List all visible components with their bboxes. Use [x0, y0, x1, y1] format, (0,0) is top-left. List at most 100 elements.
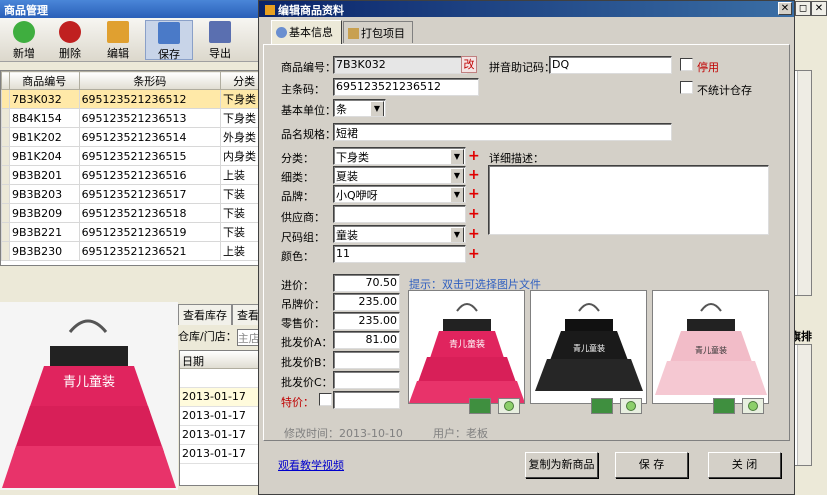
table-row[interactable]: 9B3B230695123521236521上装冬装 — [1, 241, 259, 261]
bg-window-title: 商品管理 — [0, 0, 260, 18]
package-icon — [348, 28, 359, 39]
add-supplier-icon[interactable]: + — [468, 207, 480, 221]
save-toolbar-button[interactable]: 保存 — [145, 20, 193, 61]
copy-as-new-button[interactable]: 复制为新商品 — [525, 452, 598, 478]
add-subcat-icon[interactable]: + — [468, 168, 480, 182]
pinyin-label: 拼音助记码： — [489, 61, 555, 74]
edit-button[interactable]: 编辑 — [94, 20, 142, 60]
wholesale-b-label: 批发价B： — [281, 356, 333, 369]
no-stock-label: 不统计仓存 — [697, 84, 752, 97]
add-category-icon[interactable]: + — [468, 149, 480, 163]
tab-view-stock[interactable]: 查看库存 — [178, 304, 232, 325]
chevron-down-icon[interactable]: ▼ — [450, 168, 464, 183]
code-field[interactable]: 7B3K032 — [333, 56, 467, 74]
cost-field[interactable]: 70.50 — [333, 274, 400, 292]
disable-checkbox[interactable] — [680, 58, 693, 71]
category-select[interactable]: 下身类 ▼ — [333, 147, 466, 165]
table-row[interactable]: 9B3B203695123521236517下装冬装 — [1, 184, 259, 204]
special-price-checkbox[interactable] — [319, 393, 332, 406]
basic-info-panel: 商品编号： 7B3K032 改 拼音助记码： DQ 停用 不统计仓存 主条码： … — [263, 44, 790, 441]
info-icon — [276, 27, 287, 38]
bg-restore-button[interactable]: ◻ — [795, 1, 811, 16]
user-label: 用户：老板 — [433, 427, 488, 440]
dialog-close-button[interactable]: ✕ — [778, 2, 792, 15]
table-row[interactable]: 9B1K204695123521236515内身类冬装 — [1, 146, 259, 166]
no-stock-checkbox[interactable] — [680, 81, 693, 94]
bg-close-button-2[interactable]: ✕ — [811, 1, 827, 16]
barcode-label: 主条码： — [281, 83, 325, 96]
supplier-field[interactable] — [333, 205, 466, 223]
name-field[interactable]: 短裙 — [333, 123, 672, 141]
edit-photo-2-icon[interactable] — [591, 398, 613, 414]
product-grid[interactable]: 商品编号 条形码 分类 7B3K0326951235212365​12下身类夏装… — [0, 70, 260, 266]
close-button[interactable]: 关 闭 — [708, 452, 781, 478]
barcode-field[interactable]: 695123521236512 — [333, 78, 479, 96]
modified-time: 修改时间：2013-10-10 — [284, 427, 403, 440]
add-color-icon[interactable]: + — [468, 247, 480, 261]
scrollbar[interactable] — [797, 345, 811, 465]
product-photo-1[interactable]: 青儿童装 — [408, 290, 525, 404]
retail-price-label: 零售价： — [281, 317, 325, 330]
clear-photo-3-icon[interactable] — [742, 398, 764, 414]
bg-right-grid — [794, 70, 812, 296]
pencil-icon — [107, 21, 129, 43]
table-row[interactable]: 9B3B209695123521236518下装冬装 — [1, 203, 259, 223]
svg-text:青儿童装: 青儿童装 — [63, 374, 115, 390]
subcat-select[interactable]: 夏装 ▼ — [333, 166, 466, 184]
table-row[interactable]: 9B3B201695123521236516上装冬装 — [1, 165, 259, 185]
chevron-down-icon[interactable]: ▼ — [370, 101, 384, 116]
list-item[interactable]: 2013-01-17 — [180, 388, 259, 407]
export-button[interactable]: 导出 — [196, 20, 244, 60]
table-row[interactable]: 9B1K202695123521236514外身类冬装 — [1, 127, 259, 147]
size-group-label: 尺码组： — [281, 231, 325, 244]
edit-photo-3-icon[interactable] — [713, 398, 735, 414]
save-button[interactable]: 保 存 — [615, 452, 688, 478]
change-code-button[interactable]: 改 — [461, 56, 477, 73]
retail-price-field[interactable]: 235.00 — [333, 312, 400, 330]
description-field[interactable] — [488, 165, 769, 235]
code-label: 商品编号： — [281, 61, 336, 74]
table-row[interactable]: 7B3K0326951235212365​12下身类夏装 — [1, 89, 259, 109]
color-field[interactable]: 11 — [333, 245, 466, 263]
table-row[interactable]: 8B4K154695123521236513下身类夏装 — [1, 108, 259, 128]
clear-photo-1-icon[interactable] — [498, 398, 520, 414]
chevron-down-icon[interactable]: ▼ — [450, 227, 464, 242]
pinyin-field[interactable]: DQ — [549, 56, 672, 74]
description-label: 详细描述： — [489, 152, 544, 165]
bg-product-photo: 青儿童装 — [0, 302, 178, 490]
tutorial-video-link[interactable]: 观看教学视频 — [278, 457, 344, 473]
add-brand-icon[interactable]: + — [468, 187, 480, 201]
col-category[interactable]: 分类 — [220, 71, 259, 90]
unit-select[interactable]: 条 ▼ — [333, 99, 386, 117]
clear-photo-2-icon[interactable] — [620, 398, 642, 414]
product-photo-2[interactable]: 青儿童装 — [530, 290, 647, 404]
tag-price-label: 吊牌价： — [281, 298, 325, 311]
wholesale-a-label: 批发价A： — [281, 336, 333, 349]
product-photo-3[interactable]: 青儿童装 — [652, 290, 769, 404]
delete-button[interactable]: 删除 — [46, 20, 94, 60]
wholesale-a-field[interactable]: 81.00 — [333, 331, 400, 349]
chevron-down-icon[interactable]: ▼ — [450, 149, 464, 164]
list-item[interactable]: 2013-01-17 — [180, 445, 259, 464]
size-group-select[interactable]: 童装 ▼ — [333, 225, 466, 243]
special-price-field[interactable] — [333, 391, 400, 409]
brand-select[interactable]: 小Q咿呀 ▼ — [333, 185, 466, 203]
delete-icon — [59, 21, 81, 43]
wholesale-c-field[interactable] — [333, 371, 400, 389]
edit-photo-1-icon[interactable] — [469, 398, 491, 414]
wholesale-b-field[interactable] — [333, 351, 400, 369]
col-barcode[interactable]: 条形码 — [78, 71, 222, 90]
tag-price-field[interactable]: 235.00 — [333, 293, 400, 311]
table-row[interactable]: 9B3B221695123521236519下装冬装 — [1, 222, 259, 242]
list-item[interactable]: 2013-01-17 — [180, 426, 259, 445]
col-code[interactable]: 商品编号 — [9, 71, 80, 90]
new-button[interactable]: 新增 — [0, 20, 48, 60]
list-item[interactable]: 2013-01-17 — [180, 407, 259, 426]
add-size-icon[interactable]: + — [468, 227, 480, 241]
scrollbar[interactable] — [797, 71, 811, 295]
tab-pack-items[interactable]: 打包项目 — [343, 21, 413, 43]
chevron-down-icon[interactable]: ▼ — [450, 187, 464, 202]
special-price-label: 特价： — [281, 396, 314, 409]
bg-date-list[interactable]: 日期 2013-01-17 2013-01-17 2013-01-17 2013… — [179, 350, 260, 486]
tab-basic-info[interactable]: 基本信息 — [271, 20, 342, 44]
